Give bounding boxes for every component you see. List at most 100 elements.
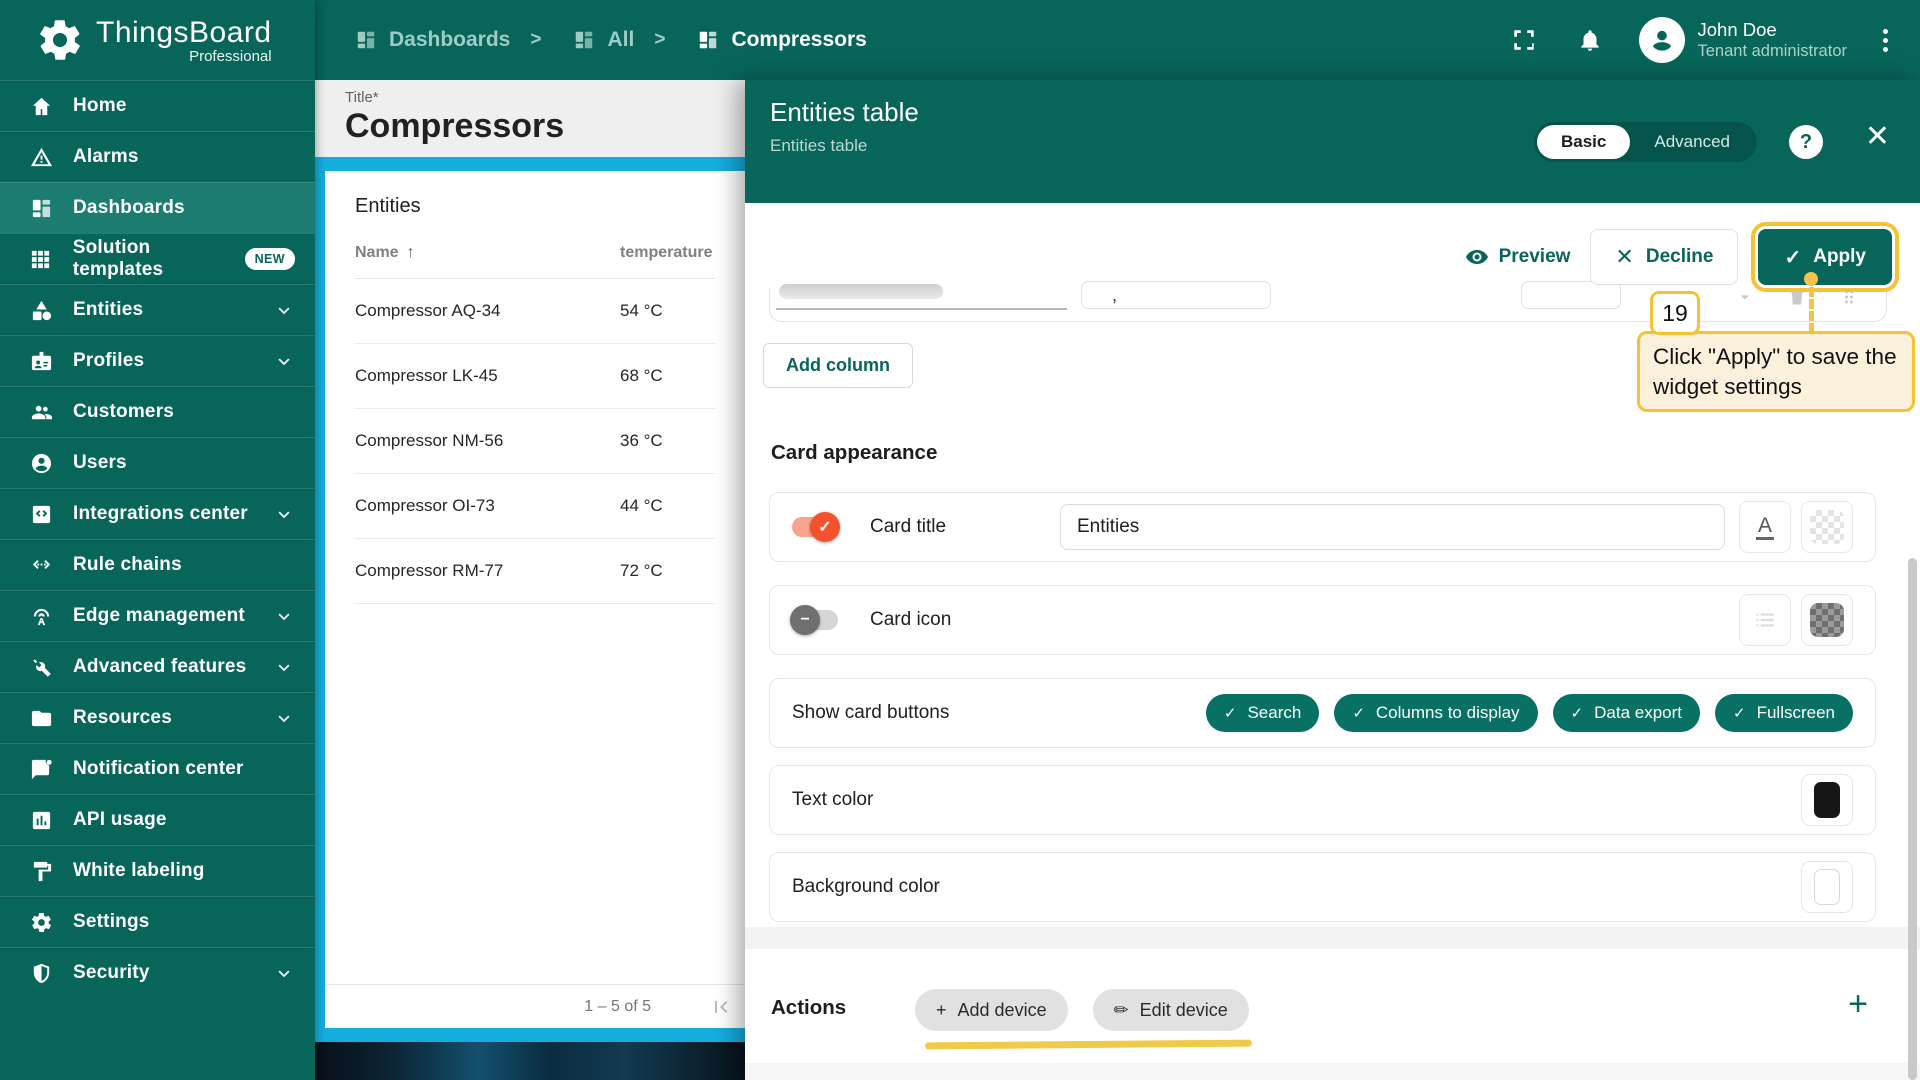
integration-icon bbox=[28, 503, 54, 526]
check-icon: ✓ bbox=[1570, 705, 1584, 722]
card-title-input[interactable] bbox=[1060, 504, 1725, 550]
sidebar-item[interactable]: Users bbox=[0, 437, 315, 488]
table-row[interactable]: Compressor LK-45 68 °C bbox=[355, 344, 715, 409]
card-button-chip[interactable]: ✓ Search bbox=[1205, 694, 1320, 732]
help-icon[interactable]: ? bbox=[1789, 125, 1823, 159]
sidebar-item[interactable]: Security bbox=[0, 947, 315, 998]
apply-button[interactable]: ✓ Apply bbox=[1751, 222, 1899, 292]
sidebar-item[interactable]: Advanced features bbox=[0, 641, 315, 692]
sidebar-item-label: Alarms bbox=[73, 146, 139, 167]
breadcrumb-item[interactable]: Dashboards bbox=[355, 28, 510, 52]
column-settings-input[interactable]: , bbox=[1081, 281, 1271, 309]
more-menu-icon[interactable] bbox=[1877, 25, 1894, 56]
close-icon[interactable]: ✕ bbox=[1865, 122, 1890, 152]
sidebar-item[interactable]: Integrations center bbox=[0, 488, 315, 539]
top-header: Dashboards > All > Compressors John Doe bbox=[315, 0, 1920, 80]
card-button-chip[interactable]: ✓ Data export bbox=[1552, 694, 1700, 732]
show-card-buttons-row: Show card buttons ✓ Search ✓ Columns to … bbox=[769, 678, 1876, 748]
sidebar-item[interactable]: White labeling bbox=[0, 845, 315, 896]
sidebar-item-label: Rule chains bbox=[73, 554, 182, 575]
sidebar-item[interactable]: Dashboards bbox=[0, 182, 315, 233]
brand-logo[interactable]: ThingsBoard Professional bbox=[0, 0, 315, 80]
sidebar-item[interactable]: Solution templates NEW bbox=[0, 233, 315, 284]
table-row[interactable]: Compressor AQ-34 54 °C bbox=[355, 279, 715, 344]
notifications-bell-icon[interactable] bbox=[1577, 27, 1603, 53]
add-action-button[interactable]: + bbox=[1848, 985, 1868, 1024]
card-icon-toggle[interactable]: − bbox=[790, 605, 838, 635]
background-color-picker[interactable] bbox=[1801, 861, 1853, 913]
icon-list-button[interactable] bbox=[1739, 594, 1791, 646]
check-icon: ✓ bbox=[1352, 705, 1365, 722]
tab-basic[interactable]: Basic bbox=[1537, 125, 1631, 159]
breadcrumb-label: All bbox=[607, 28, 635, 51]
sidebar-item[interactable]: Edge management bbox=[0, 590, 315, 641]
sidebar-item-label: Profiles bbox=[73, 350, 145, 371]
table-header-row: Name ↑ temperature bbox=[355, 244, 715, 279]
sidebar-item[interactable]: Alarms bbox=[0, 131, 315, 182]
sidebar-item-label: Customers bbox=[73, 401, 175, 422]
card-button-chips: ✓ Search ✓ Columns to display ✓ Data exp… bbox=[1205, 694, 1853, 732]
drag-chip[interactable] bbox=[779, 284, 943, 299]
table-row[interactable]: Compressor RM-77 72 °C bbox=[355, 539, 715, 604]
chevron-down-icon bbox=[273, 656, 295, 678]
first-page-icon[interactable] bbox=[709, 995, 733, 1019]
fullscreen-icon[interactable] bbox=[1511, 27, 1537, 53]
card-button-chip[interactable]: ✓ Columns to display bbox=[1334, 694, 1538, 732]
sidebar-item[interactable]: Resources bbox=[0, 692, 315, 743]
card-button-chip[interactable]: ✓ Fullscreen bbox=[1715, 694, 1853, 732]
sidebar-item-label: Advanced features bbox=[73, 656, 247, 677]
user-block[interactable]: John Doe Tenant administrator bbox=[1698, 18, 1848, 62]
sidebar-item[interactable]: Home bbox=[0, 80, 315, 131]
breadcrumb-separator: > bbox=[654, 29, 666, 50]
title-field-label: Title* bbox=[345, 89, 379, 106]
brand-text: ThingsBoard Professional bbox=[96, 16, 272, 65]
sidebar-item-label: Settings bbox=[73, 911, 150, 932]
title-color-button[interactable] bbox=[1801, 501, 1853, 553]
chevron-down-icon bbox=[273, 707, 295, 729]
home-icon bbox=[28, 95, 54, 118]
breadcrumb-item[interactable]: > Compressors bbox=[634, 28, 867, 52]
sidebar-item[interactable]: Rule chains bbox=[0, 539, 315, 590]
delete-icon[interactable] bbox=[1787, 287, 1807, 307]
sidebar-item-label: Notification center bbox=[73, 758, 244, 779]
sidebar-item[interactable]: Settings bbox=[0, 896, 315, 947]
card-title-toggle[interactable]: ✓ bbox=[792, 512, 840, 542]
sidebar-item[interactable]: Entities bbox=[0, 284, 315, 335]
text-color-picker[interactable] bbox=[1801, 774, 1853, 826]
tab-advanced[interactable]: Advanced bbox=[1630, 125, 1754, 159]
sidebar-item-label: Solution templates bbox=[72, 237, 164, 280]
temperature-cell: 72 °C bbox=[620, 561, 663, 580]
chevron-down-icon[interactable] bbox=[1735, 287, 1755, 307]
panel-scrollbar[interactable] bbox=[1908, 558, 1917, 1080]
table-row[interactable]: Compressor OI-73 44 °C bbox=[355, 474, 715, 539]
name-column-header[interactable]: Name ↑ bbox=[355, 244, 415, 262]
decline-button[interactable]: ✕ Decline bbox=[1590, 229, 1739, 285]
breadcrumb-item[interactable]: > All bbox=[510, 28, 634, 52]
avatar[interactable] bbox=[1638, 17, 1685, 63]
settings-mode-toggle: Basic Advanced bbox=[1534, 122, 1757, 162]
tutorial-step-badge: 19 bbox=[1650, 291, 1700, 335]
add-column-button[interactable]: Add column bbox=[763, 343, 913, 388]
user-name: John Doe bbox=[1697, 19, 1777, 41]
column-width-input[interactable] bbox=[1521, 281, 1621, 309]
list-icon bbox=[1752, 607, 1778, 633]
text-style-button[interactable]: A bbox=[1739, 501, 1791, 553]
chevron-down-icon bbox=[273, 350, 295, 372]
action-chip[interactable]: ✏ Edit device bbox=[1092, 989, 1249, 1031]
sidebar-item[interactable]: API usage bbox=[0, 794, 315, 845]
action-chip-icon: ✏ bbox=[1113, 999, 1129, 1020]
sidebar-item[interactable]: Profiles bbox=[0, 335, 315, 386]
sidebar-item[interactable]: Notification center bbox=[0, 743, 315, 794]
edge-icon bbox=[28, 605, 54, 628]
table-row[interactable]: Compressor NM-56 36 °C bbox=[355, 409, 715, 474]
icon-color-button[interactable] bbox=[1801, 594, 1853, 646]
table-body: Compressor AQ-34 54 °C Compressor LK-45 … bbox=[355, 279, 715, 604]
action-chip[interactable]: + Add device bbox=[915, 989, 1068, 1031]
temperature-column-header[interactable]: temperature bbox=[620, 244, 715, 262]
selected-widget-frame[interactable]: Entities Name ↑ temperature Compressor AQ… bbox=[315, 157, 745, 1042]
sidebar-item[interactable]: Customers bbox=[0, 386, 315, 437]
alarm-icon bbox=[28, 146, 54, 169]
preview-button[interactable]: Preview bbox=[1465, 245, 1570, 269]
drag-handle-icon[interactable] bbox=[1839, 287, 1859, 307]
dashboard-title-field[interactable]: Title* Compressors bbox=[315, 80, 745, 157]
